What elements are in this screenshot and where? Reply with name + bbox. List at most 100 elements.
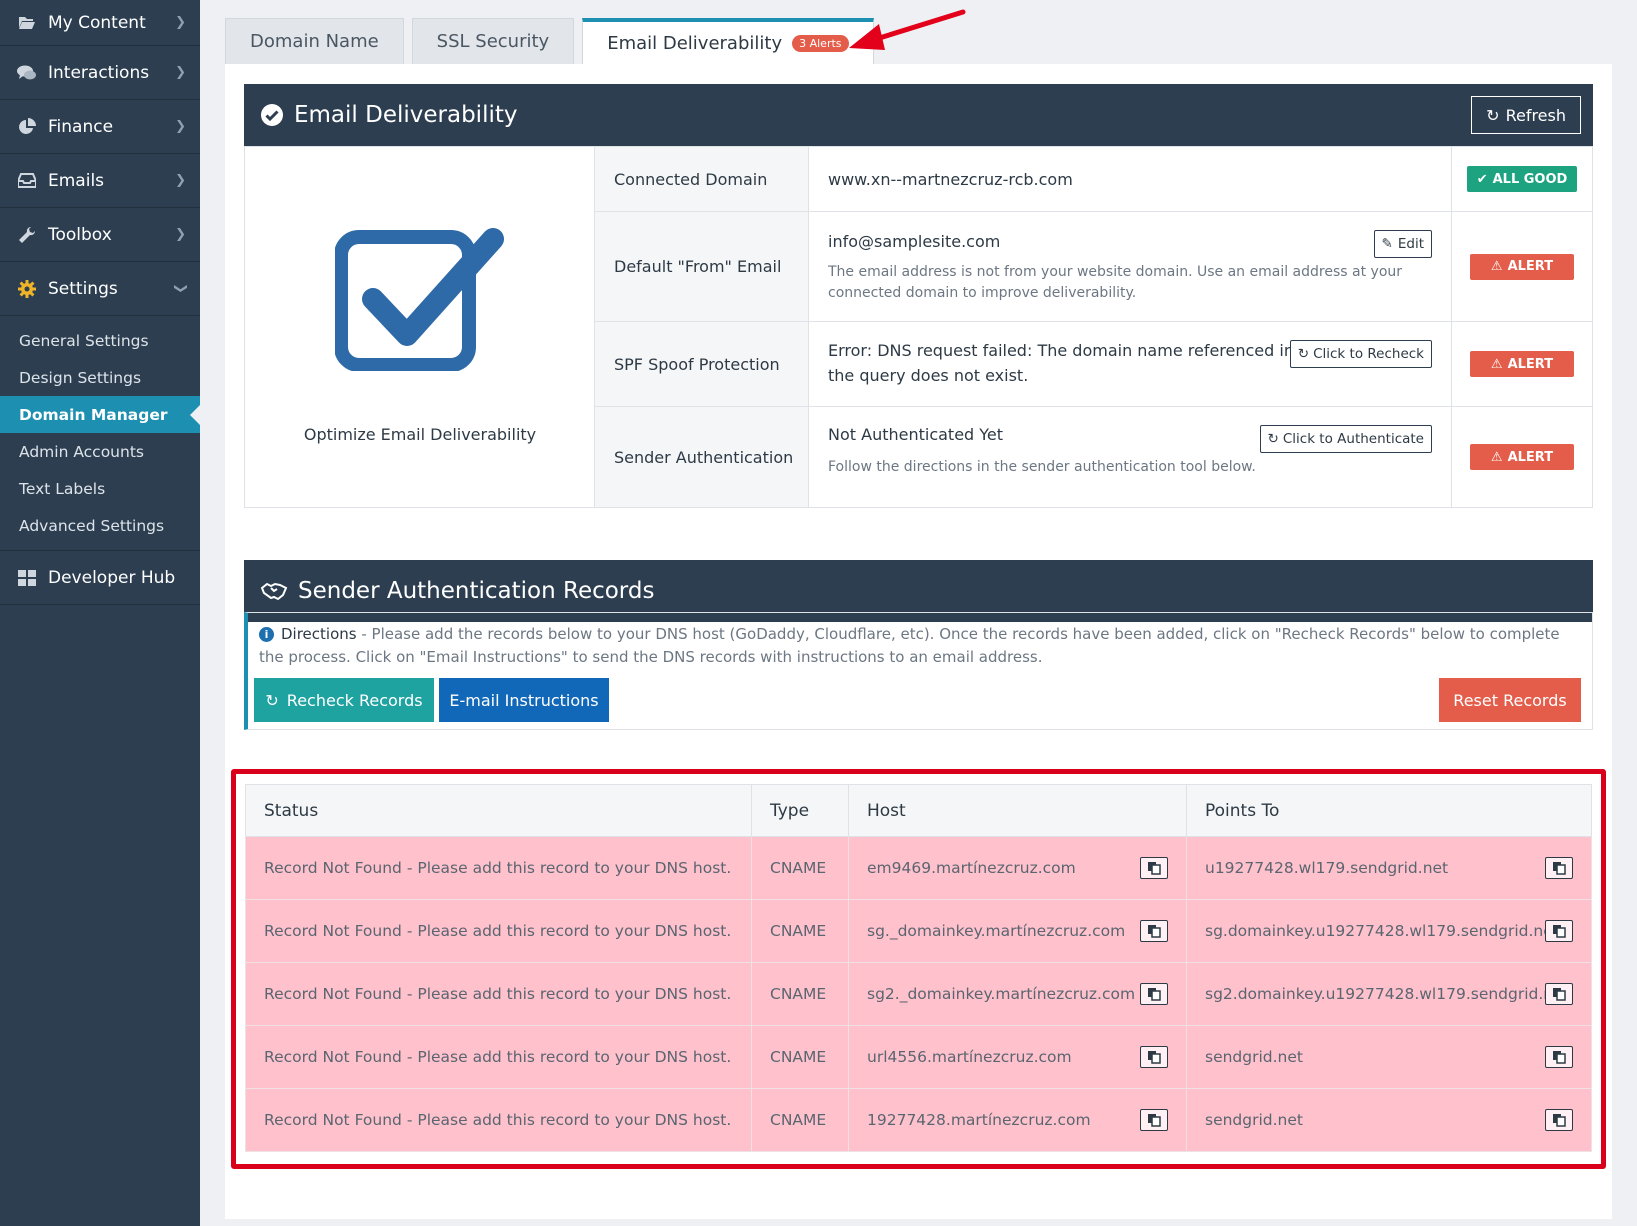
handshake-icon xyxy=(260,582,288,601)
warning-icon: ⚠ xyxy=(1490,259,1503,274)
inbox-icon xyxy=(16,172,38,190)
tab-label: Domain Name xyxy=(250,31,379,52)
row-status-cell: ⚠ ALERT xyxy=(1452,212,1592,321)
status-badge: ⚠ ALERT xyxy=(1470,253,1574,280)
directions-text: i Directions - Please add the records bel… xyxy=(259,623,1579,669)
sender-auth-note: Follow the directions in the sender auth… xyxy=(828,459,1256,475)
reset-records-button[interactable]: Reset Records xyxy=(1439,678,1581,722)
directions-panel: i Directions - Please add the records bel… xyxy=(244,612,1593,730)
nav-interactions[interactable]: Interactions ❯ xyxy=(0,46,200,100)
recheck-label: Click to Recheck xyxy=(1313,346,1424,362)
authenticate-button[interactable]: ↻ Click to Authenticate xyxy=(1259,425,1432,453)
folder-open-icon xyxy=(16,14,38,32)
subnav-design-settings[interactable]: Design Settings xyxy=(0,359,200,396)
row-status-cell: ✔ ALL GOOD xyxy=(1452,147,1592,211)
pencil-icon: ✎ xyxy=(1381,236,1393,252)
settings-subnav: General Settings Design Settings Domain … xyxy=(0,316,200,551)
nav-label: Finance xyxy=(48,116,114,137)
warning-icon: ⚠ xyxy=(1490,449,1503,465)
from-email-value: info@samplesite.com xyxy=(828,232,1001,251)
status-badge: ✔ ALL GOOD xyxy=(1466,166,1578,192)
chevron-right-icon: ❯ xyxy=(175,173,186,188)
comments-icon xyxy=(16,64,38,82)
nav-developer-hub[interactable]: Developer Hub xyxy=(0,551,200,605)
sidebar: My Content ❯ Interactions ❯ Finance ❯ Em… xyxy=(0,0,200,1226)
row-label: SPF Spoof Protection xyxy=(595,322,809,406)
row-value-cell: info@samplesite.com ✎ Edit The email addr… xyxy=(809,212,1452,321)
subnav-domain-manager[interactable]: Domain Manager xyxy=(0,396,200,433)
row-status-cell: ⚠ ALERT xyxy=(1452,407,1592,507)
warning-icon: ⚠ xyxy=(1490,356,1503,372)
status-badge: ⚠ ALERT xyxy=(1470,444,1574,470)
recheck-button[interactable]: ↻ Click to Recheck xyxy=(1289,340,1432,368)
status-badge-label: ALL GOOD xyxy=(1492,171,1568,187)
row-connected-domain: Connected Domain www.xn--martnezcruz-rcb… xyxy=(595,147,1592,212)
tab-label: SSL Security xyxy=(436,31,550,52)
row-label: Sender Authentication xyxy=(595,407,809,507)
directions-label: Directions xyxy=(281,625,357,643)
chevron-right-icon: ❯ xyxy=(175,65,186,80)
row-value-cell: Not Authenticated Yet ↻ Click to Authenti… xyxy=(809,407,1452,507)
chevron-right-icon: ❯ xyxy=(175,119,186,134)
tab-label: Email Deliverability xyxy=(607,32,783,54)
refresh-label: Refresh xyxy=(1505,105,1566,125)
nav-settings[interactable]: Settings ❯ xyxy=(0,262,200,316)
subnav-general-settings[interactable]: General Settings xyxy=(0,322,200,359)
recheck-records-button[interactable]: ↻ Recheck Records xyxy=(254,678,434,722)
status-badge: ⚠ ALERT xyxy=(1470,351,1574,377)
email-instructions-label: E-mail Instructions xyxy=(449,690,599,710)
red-arrow-annotation xyxy=(849,9,966,50)
from-email-note: The email address is not from your websi… xyxy=(828,264,1403,301)
recheck-records-label: Recheck Records xyxy=(286,690,423,710)
row-spf-spoof-protection: SPF Spoof Protection Error: DNS request … xyxy=(595,322,1592,407)
row-value-cell: Error: DNS request failed: The domain na… xyxy=(809,322,1452,406)
subnav-advanced-settings[interactable]: Advanced Settings xyxy=(0,507,200,544)
pie-chart-icon xyxy=(16,117,38,136)
nav-my-content[interactable]: My Content ❯ xyxy=(0,0,200,46)
wrench-icon xyxy=(16,226,38,244)
refresh-button[interactable]: ↻ Refresh xyxy=(1471,96,1581,134)
edit-button[interactable]: ✎ Edit xyxy=(1373,230,1432,258)
status-badge-label: ALERT xyxy=(1507,449,1554,465)
authenticate-label: Click to Authenticate xyxy=(1282,431,1424,447)
refresh-icon: ↻ xyxy=(1486,105,1500,125)
tab-domain-name[interactable]: Domain Name xyxy=(225,18,404,64)
nav-toolbox[interactable]: Toolbox ❯ xyxy=(0,208,200,262)
row-status-cell: ⚠ ALERT xyxy=(1452,322,1592,406)
check-icon: ✔ xyxy=(1476,171,1488,187)
refresh-icon: ↻ xyxy=(1267,431,1279,447)
refresh-icon: ↻ xyxy=(1297,346,1310,362)
nav-label: Developer Hub xyxy=(48,567,176,588)
row-label: Connected Domain xyxy=(595,147,809,211)
alerts-badge: 3 Alerts xyxy=(792,34,849,52)
nav-finance[interactable]: Finance ❯ xyxy=(0,100,200,154)
status-badge-label: ALERT xyxy=(1507,356,1554,372)
row-default-from-email: Default "From" Email info@samplesite.com… xyxy=(595,212,1592,322)
nav-label: Interactions xyxy=(48,62,150,83)
email-deliverability-header: Email Deliverability ↻ Refresh xyxy=(244,84,1593,146)
tab-email-deliverability[interactable]: Email Deliverability 3 Alerts xyxy=(582,18,874,64)
subnav-admin-accounts[interactable]: Admin Accounts xyxy=(0,433,200,470)
chevron-down-icon: ❯ xyxy=(173,283,189,294)
checkbox-check-icon xyxy=(335,228,504,371)
email-instructions-button[interactable]: E-mail Instructions xyxy=(439,678,609,722)
nav-emails[interactable]: Emails ❯ xyxy=(0,154,200,208)
refresh-icon: ↻ xyxy=(265,690,279,710)
gear-icon xyxy=(16,279,38,298)
reset-records-label: Reset Records xyxy=(1453,690,1567,710)
status-badge-label: ALERT xyxy=(1507,259,1554,274)
row-sender-authentication: Sender Authentication Not Authenticated … xyxy=(595,407,1592,507)
tab-bar: Domain Name SSL Security Email Deliverab… xyxy=(225,18,882,64)
nav-label: Settings xyxy=(48,278,118,299)
row-label: Default "From" Email xyxy=(595,212,809,321)
subnav-text-labels[interactable]: Text Labels xyxy=(0,470,200,507)
chevron-right-icon: ❯ xyxy=(175,227,186,242)
section-title: Email Deliverability xyxy=(294,102,518,128)
info-icon: i xyxy=(259,627,274,642)
directions-body: - Please add the records below to your D… xyxy=(259,625,1560,666)
deliverability-table: Optimize Email Deliverability Connected … xyxy=(244,146,1593,508)
highlight-box-annotation xyxy=(231,769,1606,1169)
nav-label: My Content xyxy=(48,12,146,33)
tab-ssl-security[interactable]: SSL Security xyxy=(411,18,575,64)
nav-label: Toolbox xyxy=(48,224,112,245)
